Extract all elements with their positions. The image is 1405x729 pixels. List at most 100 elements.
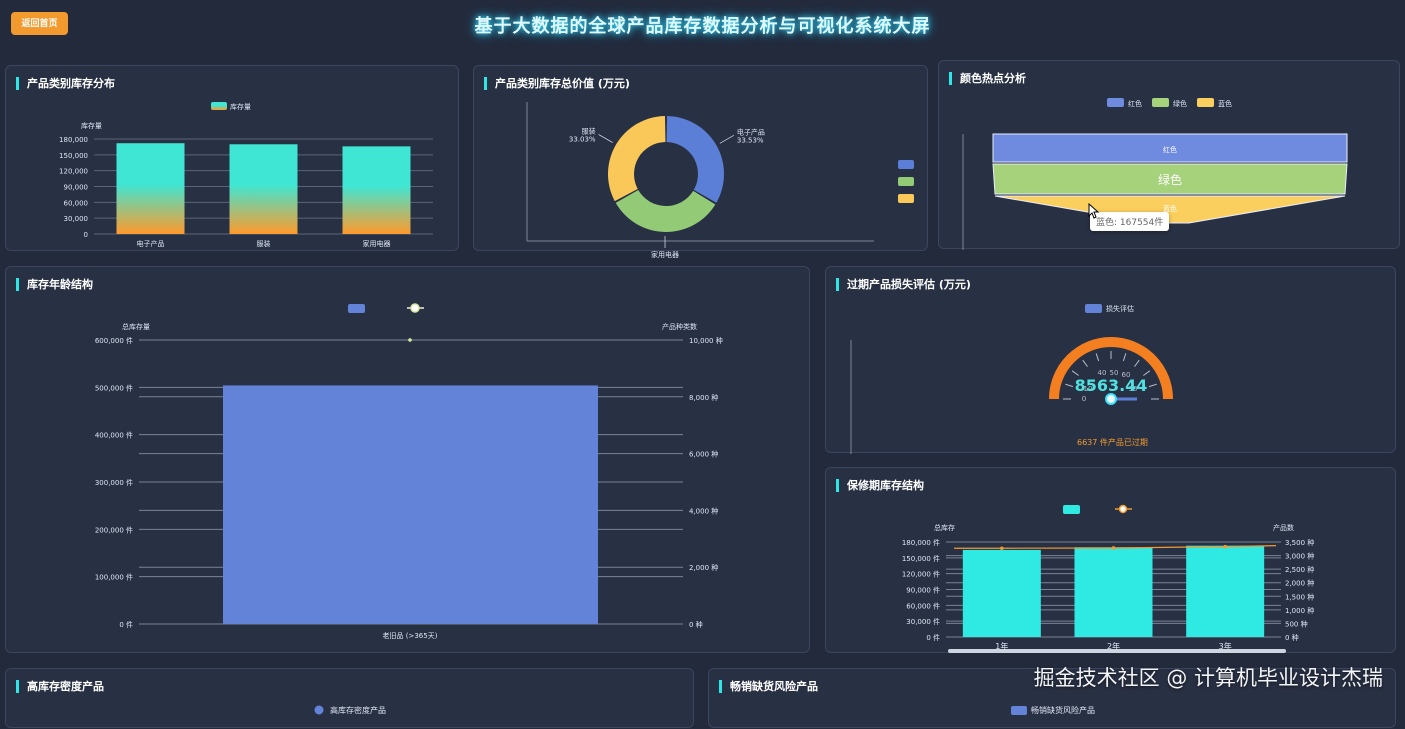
bar [342,146,411,234]
legend-label: 绿色 [1173,99,1187,108]
legend-marker [1118,504,1128,514]
y2-tick-label: 2,000 种 [689,563,718,572]
legend-marker [1107,98,1124,107]
y-tick-label: 90,000 件 [906,586,940,595]
page-title: 基于大数据的全球产品库存数据分析与可视化系统大屏 [474,16,931,37]
y2-tick-label: 2,000 种 [1285,579,1314,588]
category-inventory-chart: 库存量库存量030,00060,00090,000120,000150,0001… [59,102,433,248]
expired-count-note: 6637 件产品已过期 [1077,438,1148,447]
y2-axis-title: 产品种类数 [662,322,697,331]
expired-loss-panel: 过期产品损失评估 (万元) 损失评估 0 10 40 50 60 90 8563.44 663… [825,266,1396,454]
bar [223,385,598,624]
legend-marker [898,194,914,203]
slice-percent: 33.53% [737,136,764,144]
slice-label: 服装 [582,126,596,135]
bar [116,143,185,234]
y-tick-label: 0 [84,231,88,239]
slice-label: 家用电器 [651,250,679,259]
gauge-tick [1095,353,1100,362]
y-axis-title: 库存量 [81,121,102,130]
top-bar: 返回首页 基于大数据的全球产品库存数据分析与可视化系统大屏 [0,0,1405,46]
line-point [1000,546,1004,551]
y-tick-label: 100,000 件 [95,573,133,582]
y2-tick-label: 0 种 [689,620,703,629]
y-tick-label: 400,000 件 [95,431,133,440]
y2-tick-label: 1,000 种 [1285,606,1314,615]
slice-label: 电子产品 [737,127,765,136]
y2-tick-label: 0 种 [1285,633,1299,642]
y2-tick-label: 3,500 种 [1285,538,1314,547]
slice-percent: 33.03% [569,135,596,143]
y-tick-label: 0 件 [119,620,133,629]
y-tick-label: 30,000 [64,215,89,223]
category-value-panel: 产品类别库存总价值 (万元) 电子产品 33.53% 家用电器 服装 33.03% [473,65,928,259]
gauge-tick [1143,370,1151,376]
chart-tooltip: 蓝色: 167554件 [1090,212,1170,231]
line-point [408,338,412,342]
y2-tick-label: 8,000 种 [689,393,718,402]
y2-tick-label: 1,500 种 [1285,592,1314,601]
y2-tick-label: 500 种 [1285,619,1308,628]
y-tick-label: 30,000 件 [906,617,940,626]
y-tick-label: 120,000 [59,168,88,176]
y-tick-label: 300,000 件 [95,478,133,487]
y2-tick-label: 3,000 种 [1285,552,1314,561]
color-hotspot-chart: 红色 绿色 蓝色红色绿色蓝色 [962,98,1348,250]
gauge-scale-label: 0 [1082,395,1086,403]
bar [962,549,1041,637]
y-tick-label: 600,000 件 [95,336,133,345]
expired-loss-chart: 损失评估01040 50 60908563.44 [850,304,1173,454]
legend-marker [1197,98,1214,107]
gauge-tick [1122,353,1127,362]
pie-slice [666,116,724,203]
gauge-tick [1134,359,1140,367]
y-tick-label: 90,000 [64,184,89,192]
bar [229,144,298,234]
age-structure-panel: 库存年龄结构 总库存量 产品种类数 0 件 100,000 件 200,000 件 300… [5,266,810,653]
gauge-center [1105,393,1117,405]
label-line [719,134,735,144]
bar [1186,545,1265,637]
legend-marker [1085,304,1102,313]
legend-marker [348,304,365,313]
legend-label: 损失评估 [1106,304,1134,313]
gauge-tick [1065,383,1074,388]
x-tick-label: 老旧品 (>365天) [383,631,438,640]
legend-marker [410,303,420,313]
legend-label: 库存量 [230,102,251,111]
gauge-tick [1071,370,1079,376]
legend-marker [1063,505,1080,514]
y2-tick-label: 2,500 种 [1285,565,1314,574]
funnel-label: 红色 [1163,145,1177,154]
legend-label: 蓝色 [1218,99,1232,108]
gauge-value: 8563.44 [1075,376,1148,395]
y-tick-label: 180,000 件 [902,538,940,547]
y-tick-label: 150,000 [59,152,88,160]
y2-tick-label: 6,000 种 [689,450,718,459]
x-tick-label: 电子产品 [137,239,165,248]
y-tick-label: 60,000 [64,199,89,207]
bar [1074,547,1153,637]
warranty-structure-panel: 保修期库存结构 总库存 产品数 0 件 30,000 件 60,000 件 90,000 … [825,467,1396,653]
y-tick-label: 150,000 件 [902,554,940,563]
watermark: 掘金技术社区 @ 计算机毕业设计杰瑞 [1033,666,1383,690]
funnel-label: 绿色 [1158,172,1182,187]
category-value-chart: 电子产品33.53% 家用电器 服装33.03% [526,102,914,259]
pie-slice [608,116,666,202]
scroll-bar [948,649,1286,653]
high-density-panel: 高库存密度产品 高库存密度产品 [5,668,694,728]
y-tick-label: 200,000 件 [95,525,133,534]
mouse-cursor-icon [1088,202,1100,219]
y2-tick-label: 10,000 种 [689,336,723,345]
legend-label: 红色 [1128,99,1142,108]
line-point [1111,546,1116,550]
y-axis-title: 总库存量 [122,322,150,331]
y-tick-label: 60,000 件 [906,601,940,610]
label-line [598,134,613,143]
y-axis-title: 总库存 [934,523,955,532]
color-hotspot-panel: 颜色热点分析 红色 绿色 蓝色 红色 绿色 蓝色 蓝色: 167554件 [938,60,1400,250]
warranty-structure-chart: 总库存 产品数 0 件 30,000 件 60,000 件 90,000 件 120,000… [902,504,1314,653]
legend-marker [898,160,914,169]
y-tick-label: 120,000 件 [902,570,940,579]
high-density-legend: 高库存密度产品 [314,705,386,715]
